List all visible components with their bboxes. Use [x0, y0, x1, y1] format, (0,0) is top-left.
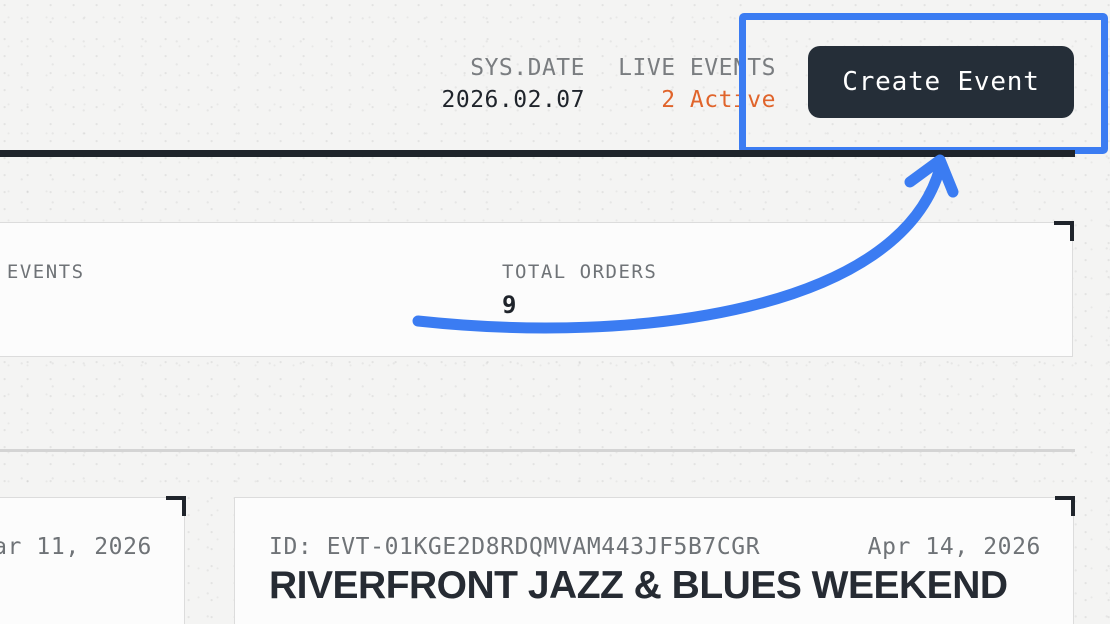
live-events-label: LIVE EVENTS — [618, 55, 776, 81]
event-id: ID: EVT-01KGE2D8RDQMVAM443JF5B7CGR — [269, 534, 761, 560]
header-divider — [0, 150, 1075, 157]
event-card[interactable]: ID: EVT-01KGE2D8RDQMVAM443JF5B7CGR Apr 1… — [234, 496, 1075, 624]
live-events-value: 2 Active — [661, 87, 776, 113]
total-orders-value: 9 — [502, 291, 517, 319]
sys-date-label: SYS.DATE — [470, 55, 585, 81]
dashboard-header: SYS.DATE 2026.02.07 LIVE EVENTS 2 Active… — [0, 0, 1075, 150]
card-corner-marker — [1055, 496, 1075, 516]
panel-corner-marker — [1054, 221, 1074, 241]
total-orders-label: TOTAL ORDERS — [502, 261, 658, 283]
event-date: Apr 14, 2026 — [867, 534, 1041, 560]
card-corner-marker — [166, 496, 186, 516]
sys-date-stat: SYS.DATE 2026.02.07 — [442, 52, 585, 116]
event-title: RIVERFRONT JAZZ & BLUES WEEKEND — [269, 564, 1008, 607]
live-events-stat: LIVE EVENTS 2 Active — [618, 52, 776, 116]
create-event-button[interactable]: Create Event — [808, 46, 1074, 118]
event-date: ar 11, 2026 — [0, 534, 152, 560]
stats-panel: E EVENTS TOTAL ORDERS 9 — [0, 221, 1074, 357]
live-events-stat-label: E EVENTS — [0, 261, 85, 283]
sys-date-value: 2026.02.07 — [441, 87, 585, 113]
event-card[interactable]: ar 11, 2026 — [0, 496, 186, 624]
section-divider — [0, 449, 1075, 452]
